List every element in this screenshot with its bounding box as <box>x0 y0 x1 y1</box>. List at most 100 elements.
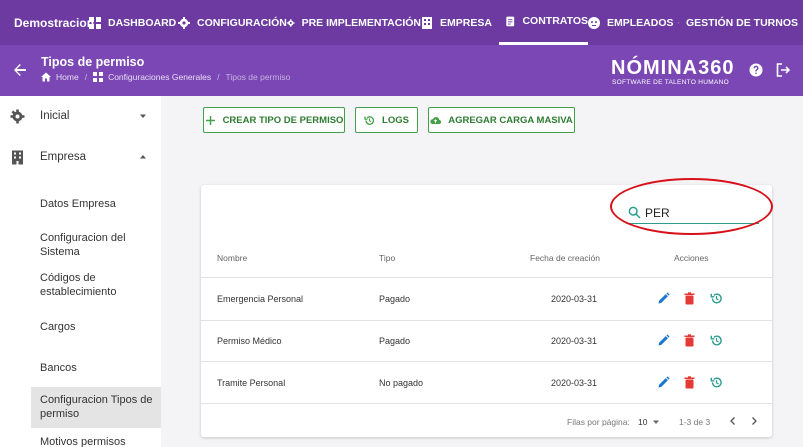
history-icon[interactable] <box>710 292 723 305</box>
column-header-nombre[interactable]: Nombre <box>217 253 247 263</box>
search-input[interactable] <box>645 204 755 221</box>
breadcrumb: Home / Configuraciones Generales / Tipos… <box>41 72 290 82</box>
back-arrow-icon[interactable] <box>12 62 28 78</box>
nav-configuracion-label: CONFIGURACIÓN <box>197 16 287 29</box>
sidebar-item-codigos-establecimiento[interactable]: Códigos de establecimiento <box>40 271 158 299</box>
gear-icon <box>287 18 295 27</box>
plus-icon <box>205 115 215 125</box>
edit-icon[interactable] <box>657 334 670 347</box>
nav-empleados[interactable]: EMPLEADOS <box>588 0 678 45</box>
sidebar-item-tipos-permiso[interactable]: Configuracion Tipos de permiso <box>40 393 158 421</box>
nav-configuracion[interactable]: CONFIGURACIÓN <box>178 0 287 45</box>
breadcrumb-separator: / <box>217 72 220 82</box>
search-icon <box>628 206 641 219</box>
cell-tipo: No pagado <box>379 378 424 388</box>
page-header: Tipos de permiso Home / Configuraciones … <box>0 45 803 96</box>
dashboard-icon <box>93 72 104 82</box>
table-row-divider <box>201 320 772 321</box>
chevron-down-icon <box>653 420 660 424</box>
sidebar: Inicial Empresa Datos Empresa Configurac… <box>0 96 161 447</box>
breadcrumb-configuraciones[interactable]: Configuraciones Generales <box>108 72 211 82</box>
chevron-up-icon <box>140 155 146 159</box>
building-icon <box>12 150 23 164</box>
delete-icon[interactable] <box>683 376 696 389</box>
search-field[interactable] <box>626 203 759 224</box>
sidebar-section-empresa[interactable]: Empresa <box>0 149 161 165</box>
column-header-fecha[interactable]: Fecha de creación <box>530 253 600 263</box>
create-button-label: CREAR TIPO DE PERMISO <box>222 114 344 126</box>
cell-fecha: 2020-03-31 <box>551 336 598 346</box>
face-icon <box>588 16 600 29</box>
help-icon[interactable] <box>749 63 763 77</box>
nav-pre-implementacion[interactable]: PRE IMPLEMENTACIÓN <box>287 0 421 45</box>
pagination-range: 1-3 de 3 <box>679 417 711 427</box>
breadcrumb-home[interactable]: Home <box>56 72 79 82</box>
history-icon[interactable] <box>710 376 723 389</box>
nav-pre-implementacion-label: PRE IMPLEMENTACIÓN <box>301 16 421 29</box>
table-row-divider <box>201 361 772 362</box>
cell-tipo: Pagado <box>379 336 411 346</box>
nav-contratos[interactable]: CONTRATOS <box>499 0 588 45</box>
cell-fecha: 2020-03-31 <box>551 378 598 388</box>
cell-nombre: Tramite Personal <box>217 378 286 388</box>
delete-icon[interactable] <box>683 334 696 347</box>
table-row-divider <box>201 403 772 404</box>
nav-contratos-label: CONTRATOS <box>522 15 588 27</box>
breadcrumb-current: Tipos de permiso <box>225 72 291 82</box>
nav-dashboard[interactable]: DASHBOARD <box>89 0 178 45</box>
top-navigation: Demostracion DASHBOARD CONFIGURACIÓN PRE… <box>0 0 803 45</box>
dashboard-icon <box>89 16 101 29</box>
cell-nombre: Emergencia Personal <box>217 294 304 304</box>
nav-gestion-turnos-label: GESTIÓN DE TURNOS <box>685 16 798 29</box>
nav-empleados-label: EMPLEADOS <box>607 16 674 29</box>
sidebar-item-datos-empresa[interactable]: Datos Empresa <box>40 197 158 211</box>
create-permission-type-button[interactable]: CREAR TIPO DE PERMISO <box>203 107 345 133</box>
logs-button-label: LOGS <box>382 114 409 126</box>
sidebar-item-cargos[interactable]: Cargos <box>40 320 158 334</box>
home-icon <box>41 72 51 82</box>
history-icon[interactable] <box>710 334 723 347</box>
nav-dashboard-label: DASHBOARD <box>108 16 177 29</box>
nav-empresa[interactable]: EMPRESA <box>421 0 499 45</box>
chevron-left-icon[interactable] <box>728 416 738 426</box>
cell-fecha: 2020-03-31 <box>551 294 598 304</box>
rows-per-page-label: Filas por página: <box>567 417 630 427</box>
cell-tipo: Pagado <box>379 294 411 304</box>
cell-nombre: Permiso Médico <box>217 336 282 346</box>
brand-name[interactable]: Demostracion <box>0 16 94 30</box>
sidebar-section-inicial[interactable]: Inicial <box>0 108 161 124</box>
cloud-upload-icon <box>430 116 442 124</box>
bulk-upload-button[interactable]: AGREGAR CARGA MASIVA <box>428 107 575 133</box>
logs-button[interactable]: LOGS <box>355 107 418 133</box>
rows-per-page-value: 10 <box>638 417 648 427</box>
gear-icon <box>178 16 190 29</box>
nomina360-logo: NÓMINA360 <box>611 57 735 79</box>
sidebar-section-label: Empresa <box>40 151 87 163</box>
column-header-acciones: Acciones <box>674 253 709 263</box>
delete-icon[interactable] <box>683 292 696 305</box>
nav-empresa-label: EMPRESA <box>440 16 492 29</box>
sidebar-section-label: Inicial <box>40 110 70 122</box>
clipboard-icon <box>506 16 515 27</box>
permission-types-table-card: Nombre Tipo Fecha de creación Acciones E… <box>201 178 773 437</box>
chevron-right-icon[interactable] <box>749 416 759 426</box>
table-divider <box>201 277 772 278</box>
column-header-tipo[interactable]: Tipo <box>379 253 395 263</box>
breadcrumb-separator: / <box>84 72 88 82</box>
calendar-icon <box>678 22 679 23</box>
rows-per-page-select[interactable]: 10 <box>638 417 660 427</box>
sidebar-item-bancos[interactable]: Bancos <box>40 361 158 375</box>
logo-subtitle: SOFTWARE DE TALENTO HUMANO <box>612 79 729 86</box>
edit-icon[interactable] <box>657 292 670 305</box>
logout-icon[interactable] <box>776 63 790 77</box>
nav-gestion-turnos[interactable]: GESTIÓN DE TURNOS <box>678 0 798 45</box>
building-icon <box>422 16 432 29</box>
sidebar-item-configuracion-sistema[interactable]: Configuracion del Sistema <box>40 231 158 259</box>
sidebar-item-motivos-permisos[interactable]: Motivos permisos <box>40 435 158 447</box>
edit-icon[interactable] <box>657 376 670 389</box>
bulk-button-label: AGREGAR CARGA MASIVA <box>448 114 573 126</box>
chevron-down-icon <box>140 114 146 118</box>
gear-icon <box>10 109 25 123</box>
history-icon <box>364 115 375 125</box>
page-title: Tipos de permiso <box>41 55 145 69</box>
